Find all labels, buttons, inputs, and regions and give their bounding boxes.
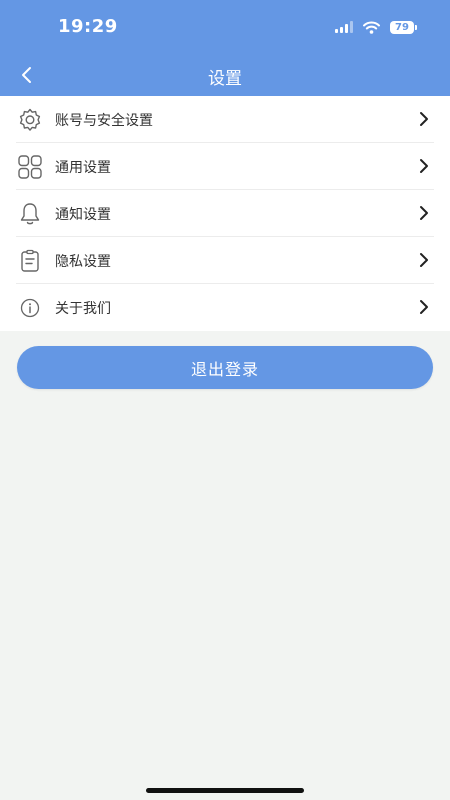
battery-icon: 79	[390, 20, 417, 34]
chevron-right-icon	[420, 253, 428, 267]
chevron-right-icon	[420, 159, 428, 173]
home-indicator	[146, 788, 304, 793]
menu-item-label: 隐私设置	[55, 253, 111, 270]
menu-item-label: 关于我们	[55, 300, 111, 317]
chevron-right-icon	[420, 300, 428, 314]
status-bar: 19:29 79	[0, 0, 450, 54]
gear-icon	[16, 106, 44, 134]
menu-item-about[interactable]: 关于我们	[0, 284, 450, 331]
battery-level: 79	[395, 21, 409, 33]
menu-item-label: 账号与安全设置	[55, 112, 153, 129]
bell-icon	[16, 200, 44, 228]
app-header: 19:29 79 设置	[0, 0, 450, 96]
menu-item-privacy[interactable]: 隐私设置	[0, 237, 450, 284]
chevron-right-icon	[420, 206, 428, 220]
menu-item-general[interactable]: 通用设置	[0, 143, 450, 190]
settings-menu: 账号与安全设置 通用设置 通知设置 隐私设置 关于我们	[0, 96, 450, 331]
chevron-right-icon	[420, 112, 428, 126]
clipboard-icon	[16, 247, 44, 275]
grid-icon	[16, 153, 44, 181]
wifi-icon	[363, 21, 380, 34]
menu-item-label: 通用设置	[55, 159, 111, 176]
status-indicators: 79	[335, 18, 417, 36]
page-title: 设置	[208, 69, 242, 89]
nav-bar: 设置	[0, 54, 450, 96]
logout-button[interactable]: 退出登录	[17, 346, 433, 389]
menu-item-account-security[interactable]: 账号与安全设置	[0, 96, 450, 143]
status-time: 19:29	[58, 16, 118, 37]
menu-item-label: 通知设置	[55, 206, 111, 223]
cellular-signal-icon	[335, 21, 353, 33]
info-icon	[16, 294, 44, 322]
menu-item-notifications[interactable]: 通知设置	[0, 190, 450, 237]
